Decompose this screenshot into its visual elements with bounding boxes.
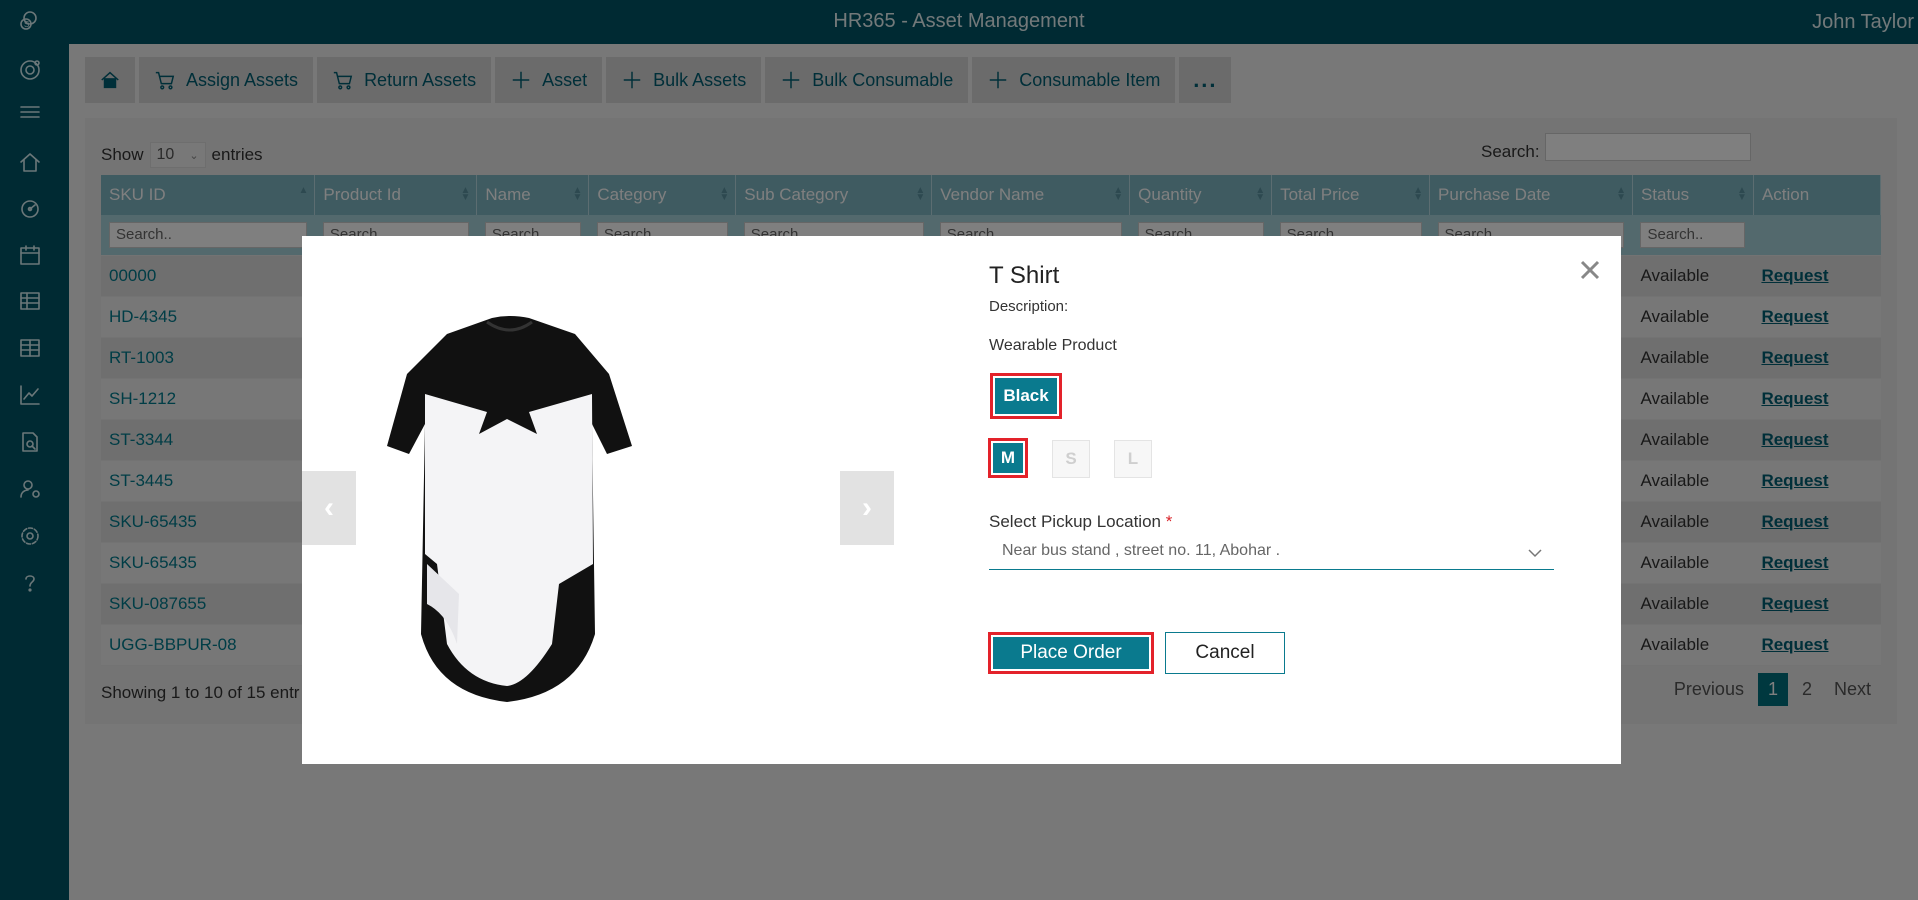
place-order-label: Place Order: [993, 637, 1149, 669]
pickup-label-text: Select Pickup Location: [989, 512, 1161, 531]
size-s-button[interactable]: S: [1052, 440, 1090, 478]
product-modal: ‹ › T Shirt Description: Wearable Produc…: [302, 236, 1621, 764]
pickup-location-select[interactable]: Near bus stand , street no. 11, Abohar .: [989, 540, 1554, 570]
chevron-down-icon: [1528, 549, 1542, 558]
size-l-button[interactable]: L: [1114, 440, 1152, 478]
description-label: Description:: [989, 298, 1069, 315]
cancel-button[interactable]: Cancel: [1165, 632, 1285, 674]
description-text: Wearable Product: [989, 337, 1117, 354]
pickup-location-value: Near bus stand , street no. 11, Abohar .: [1002, 542, 1281, 559]
required-mark: *: [1165, 512, 1173, 531]
size-m-label: M: [993, 443, 1023, 473]
pickup-location-label: Select Pickup Location *: [989, 512, 1172, 532]
place-order-button[interactable]: Place Order: [988, 632, 1154, 674]
tshirt-image: [387, 316, 632, 702]
product-title: T Shirt: [989, 262, 1060, 289]
color-black-button[interactable]: Black: [990, 373, 1062, 419]
size-m-button[interactable]: M: [988, 438, 1028, 478]
previous-image-button[interactable]: ‹: [302, 471, 356, 545]
close-icon[interactable]: [1578, 258, 1602, 282]
color-black-label: Black: [995, 378, 1057, 414]
next-image-button[interactable]: ›: [840, 471, 894, 545]
